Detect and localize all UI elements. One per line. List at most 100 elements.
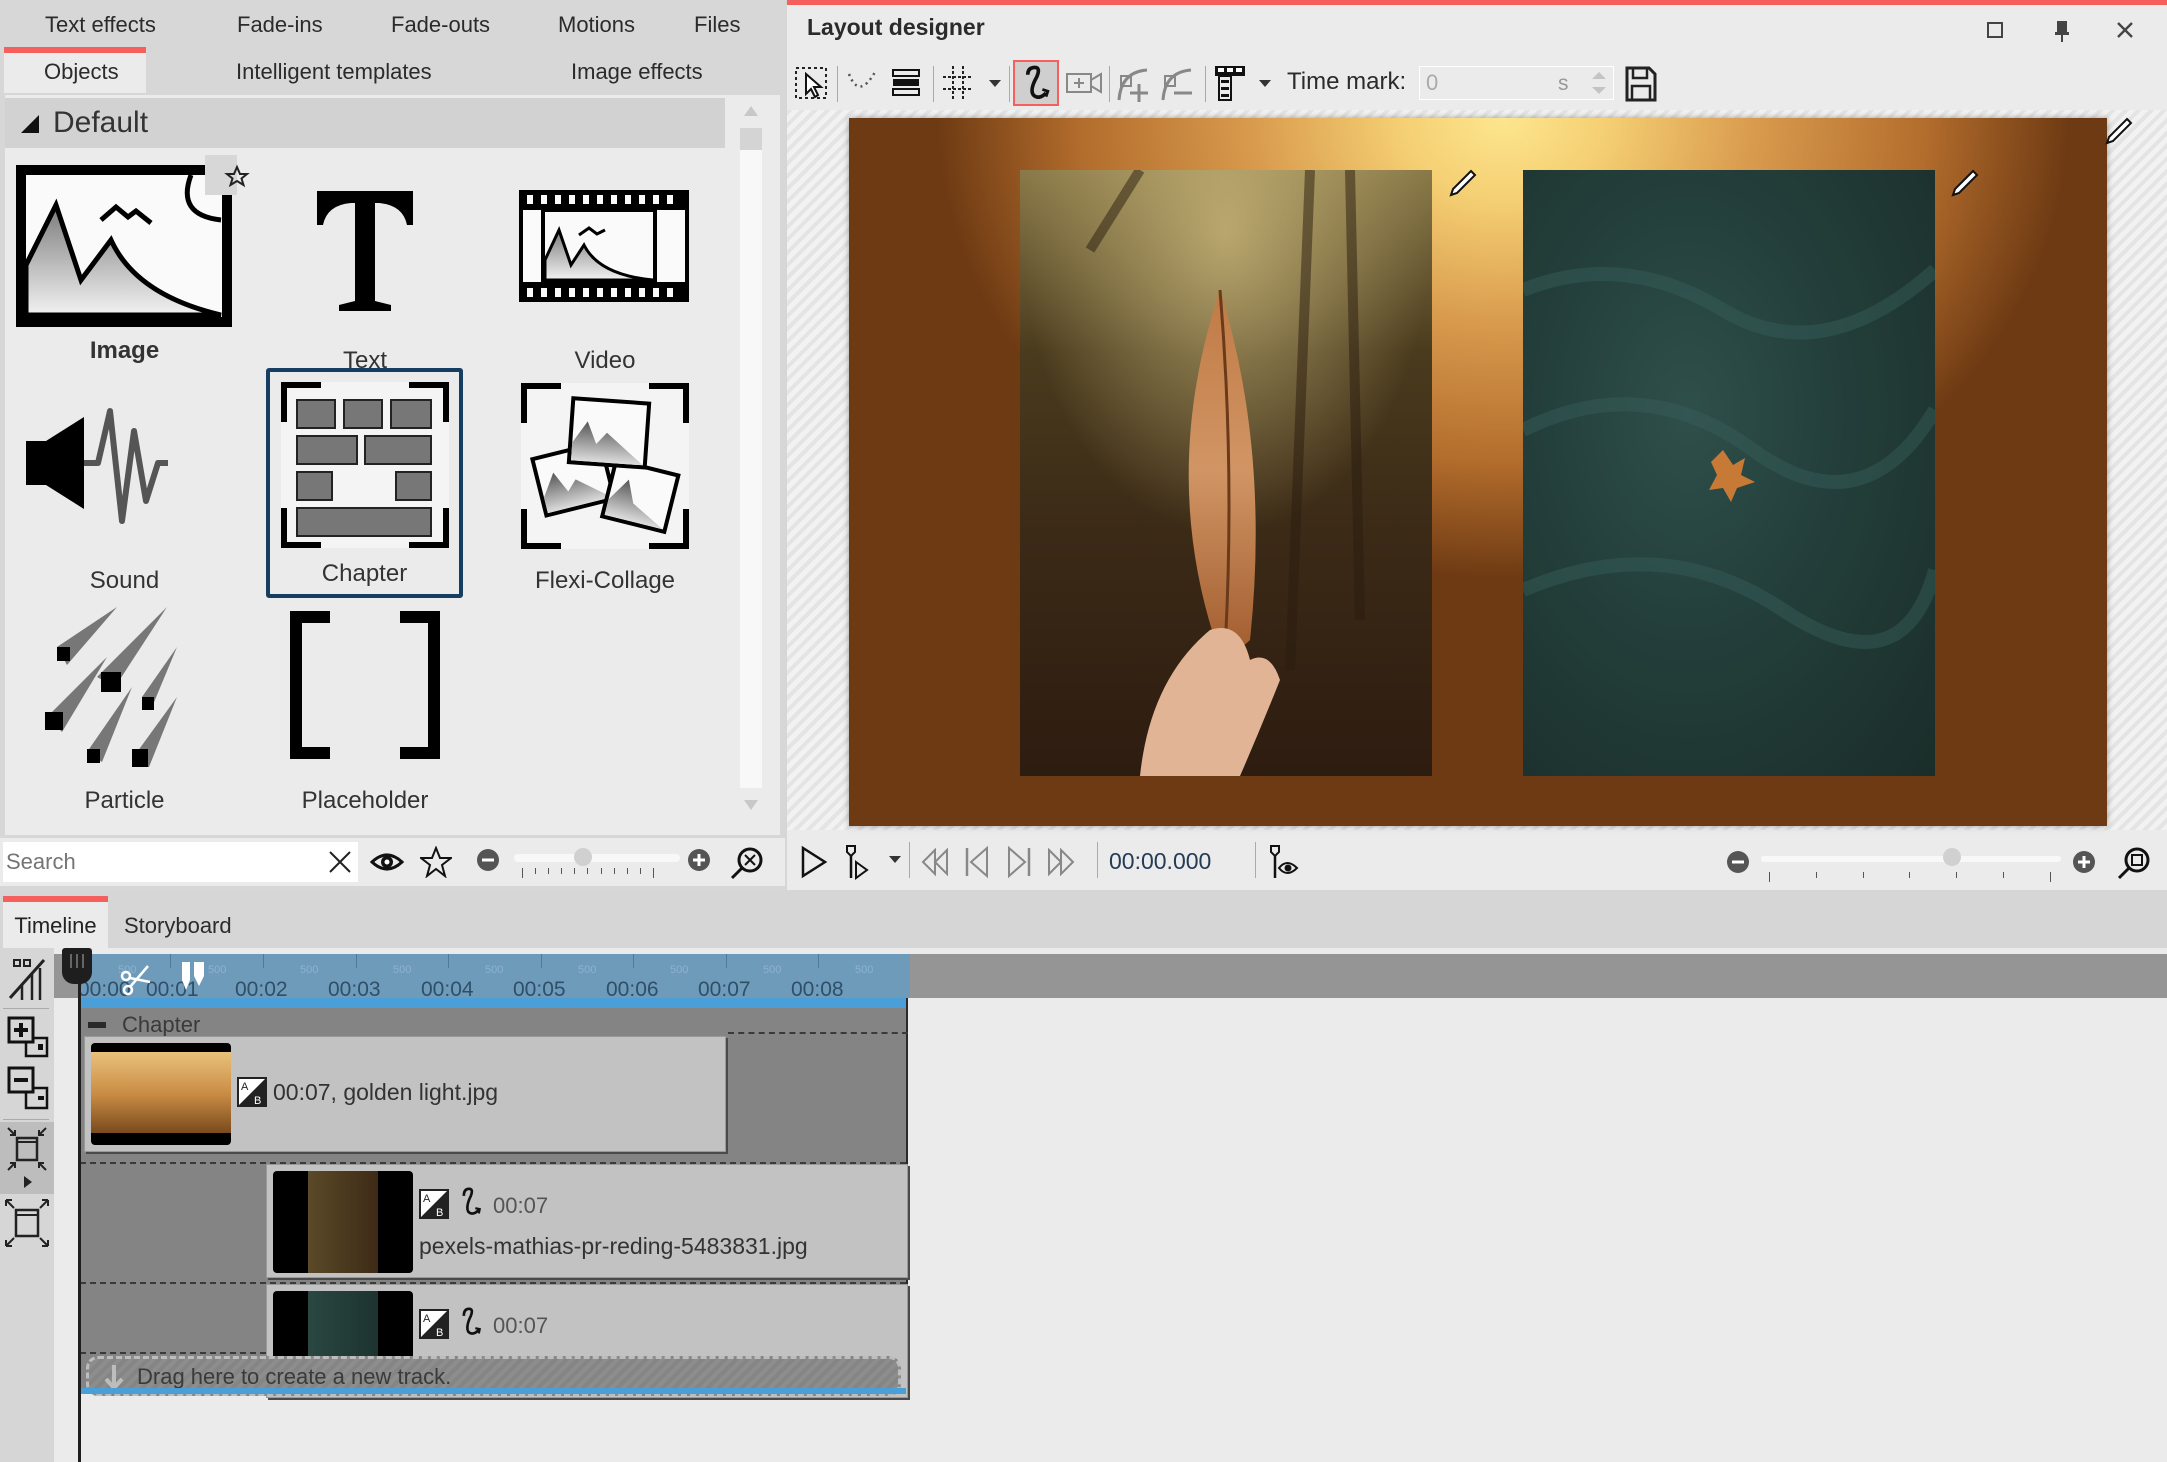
canvas-image-leaf[interactable] bbox=[1020, 170, 1432, 776]
marker-icon[interactable] bbox=[178, 960, 208, 994]
add-keyframe-icon[interactable] bbox=[1113, 60, 1155, 106]
sound-icon bbox=[26, 408, 168, 524]
layers-icon[interactable] bbox=[885, 60, 927, 106]
tab-objects[interactable]: Objects bbox=[4, 47, 146, 93]
expand-tracks-icon[interactable] bbox=[2, 1198, 52, 1250]
clear-search-icon[interactable] bbox=[328, 850, 352, 874]
scissors-icon[interactable] bbox=[118, 962, 154, 998]
clip-leaf-image[interactable]: AB 00:07 pexels-mathias-pr-reding-548383… bbox=[266, 1164, 908, 1278]
scroll-up-icon[interactable] bbox=[744, 106, 758, 116]
tab-text-effects[interactable]: Text effects bbox=[45, 0, 156, 46]
tab-image-effects[interactable]: Image effects bbox=[571, 47, 703, 93]
fast-forward-icon[interactable] bbox=[1043, 844, 1079, 880]
collapse-chapter-icon[interactable] bbox=[88, 1022, 106, 1028]
clip-golden-light[interactable]: AB 00:07, golden light.jpg bbox=[84, 1036, 726, 1152]
tab-fade-ins[interactable]: Fade-ins bbox=[237, 0, 323, 46]
edit-water-icon[interactable] bbox=[1949, 168, 1979, 198]
drag-hint: Drag here to create a new track. bbox=[137, 1364, 452, 1389]
eye-icon[interactable] bbox=[370, 848, 404, 876]
grid-icon[interactable] bbox=[937, 60, 979, 106]
object-text[interactable]: Text bbox=[265, 155, 465, 375]
scrollbar-thumb[interactable] bbox=[740, 128, 762, 150]
transition-ab-icon[interactable]: AB bbox=[419, 1309, 449, 1339]
tab-files[interactable]: Files bbox=[694, 0, 740, 46]
zoom-in-icon[interactable] bbox=[687, 848, 711, 872]
close-icon[interactable] bbox=[2107, 14, 2143, 46]
motion-path-icon[interactable] bbox=[455, 1307, 485, 1337]
object-video[interactable]: Video bbox=[505, 155, 705, 375]
play-dropdown-icon[interactable] bbox=[889, 856, 901, 863]
motion-path-icon[interactable] bbox=[1013, 60, 1059, 106]
favorites-star-icon[interactable] bbox=[420, 846, 452, 878]
preview-zoom-slider[interactable] bbox=[1761, 848, 2061, 866]
time-mark-label: Time mark: bbox=[1287, 68, 1407, 95]
playhead-handle[interactable] bbox=[62, 948, 92, 984]
scroll-down-icon[interactable] bbox=[744, 800, 758, 810]
transition-ab-icon[interactable]: AB bbox=[419, 1189, 449, 1219]
rewind-icon[interactable] bbox=[917, 844, 953, 880]
chapter-track[interactable]: Chapter AB 00:07, golden light.jpg AB 00… bbox=[78, 998, 908, 1398]
slider-thumb[interactable] bbox=[1943, 848, 1961, 866]
object-placeholder[interactable]: Placeholder bbox=[265, 595, 465, 815]
tab-intelligent-templates[interactable]: Intelligent templates bbox=[236, 47, 432, 93]
time-mark-unit: s bbox=[1558, 72, 1569, 95]
maximize-icon[interactable] bbox=[1977, 14, 2013, 46]
tab-fade-outs[interactable]: Fade-outs bbox=[391, 0, 490, 46]
favorite-badge[interactable] bbox=[205, 155, 250, 195]
collapse-tracks-button[interactable] bbox=[0, 1122, 54, 1194]
save-icon[interactable] bbox=[1621, 60, 1661, 106]
spin-up-icon[interactable] bbox=[1592, 72, 1606, 79]
play-from-mark-icon[interactable] bbox=[839, 844, 875, 880]
video-icon bbox=[519, 190, 689, 302]
object-sound[interactable]: Sound bbox=[12, 375, 237, 595]
object-particle[interactable]: Particle bbox=[12, 595, 237, 815]
object-image[interactable]: Image bbox=[12, 155, 250, 365]
motion-path-icon[interactable] bbox=[455, 1187, 485, 1217]
canvas-image-water[interactable] bbox=[1523, 170, 1935, 776]
play-icon[interactable] bbox=[795, 844, 831, 880]
tab-row-objects: Objects Intelligent templates Image effe… bbox=[0, 47, 785, 93]
zoom-fit-icon[interactable] bbox=[730, 846, 764, 880]
preview-zoom-in-icon[interactable] bbox=[2072, 850, 2096, 874]
object-flexi-collage[interactable]: Flexi-Collage bbox=[505, 375, 705, 595]
layout-canvas[interactable] bbox=[849, 118, 2107, 826]
edit-leaf-icon[interactable] bbox=[1447, 168, 1477, 198]
slider-thumb[interactable] bbox=[574, 848, 592, 866]
remove-track-icon[interactable] bbox=[2, 1064, 52, 1116]
snap-icon[interactable] bbox=[2, 954, 52, 1004]
icon-size-slider[interactable] bbox=[514, 848, 680, 866]
camera-icon[interactable] bbox=[1063, 60, 1105, 106]
zoom-out-icon[interactable] bbox=[476, 848, 500, 872]
timeline-ruler[interactable]: 00:00 00:01 00:02 00:03 00:04 00:05 00:0… bbox=[78, 954, 910, 1001]
remove-keyframe-icon[interactable] bbox=[1157, 60, 1199, 106]
add-track-icon[interactable] bbox=[2, 1012, 52, 1064]
playhead-line[interactable] bbox=[78, 954, 81, 1462]
clip-duration: 00:07 bbox=[493, 1193, 549, 1218]
preview-zoom-out-icon[interactable] bbox=[1726, 850, 1750, 874]
edit-background-icon[interactable] bbox=[2103, 116, 2133, 146]
section-header-default[interactable]: Default bbox=[5, 98, 725, 148]
spin-down-icon[interactable] bbox=[1592, 87, 1606, 94]
time-mark-value: 0 bbox=[1426, 70, 1439, 95]
transition-ab-icon[interactable]: AB bbox=[237, 1077, 267, 1107]
tab-motions[interactable]: Motions bbox=[558, 0, 635, 46]
next-icon[interactable] bbox=[1001, 844, 1037, 880]
time-mark-input[interactable]: 0 s bbox=[1419, 66, 1614, 100]
align-icon[interactable] bbox=[1209, 60, 1251, 106]
grid-dropdown-icon[interactable] bbox=[989, 80, 1001, 87]
preview-from-mark-icon[interactable] bbox=[1265, 844, 1301, 880]
search-input[interactable] bbox=[3, 842, 358, 882]
selection-tool-icon[interactable] bbox=[791, 60, 833, 106]
preview-zoom-fit-icon[interactable] bbox=[2117, 846, 2151, 880]
ruler-sub-label: 500 bbox=[300, 964, 319, 976]
objects-scrollbar[interactable] bbox=[738, 98, 764, 818]
object-chapter[interactable]: Chapter bbox=[266, 368, 463, 598]
pin-icon[interactable] bbox=[2044, 14, 2080, 46]
tab-storyboard[interactable]: Storyboard bbox=[124, 896, 232, 948]
tab-timeline[interactable]: Timeline bbox=[3, 896, 108, 948]
align-dropdown-icon[interactable] bbox=[1259, 80, 1271, 87]
path-points-icon[interactable] bbox=[841, 60, 883, 106]
svg-text:A: A bbox=[423, 1193, 431, 1205]
objects-panel: Text effects Fade-ins Fade-outs Motions … bbox=[0, 0, 785, 890]
previous-icon[interactable] bbox=[959, 844, 995, 880]
